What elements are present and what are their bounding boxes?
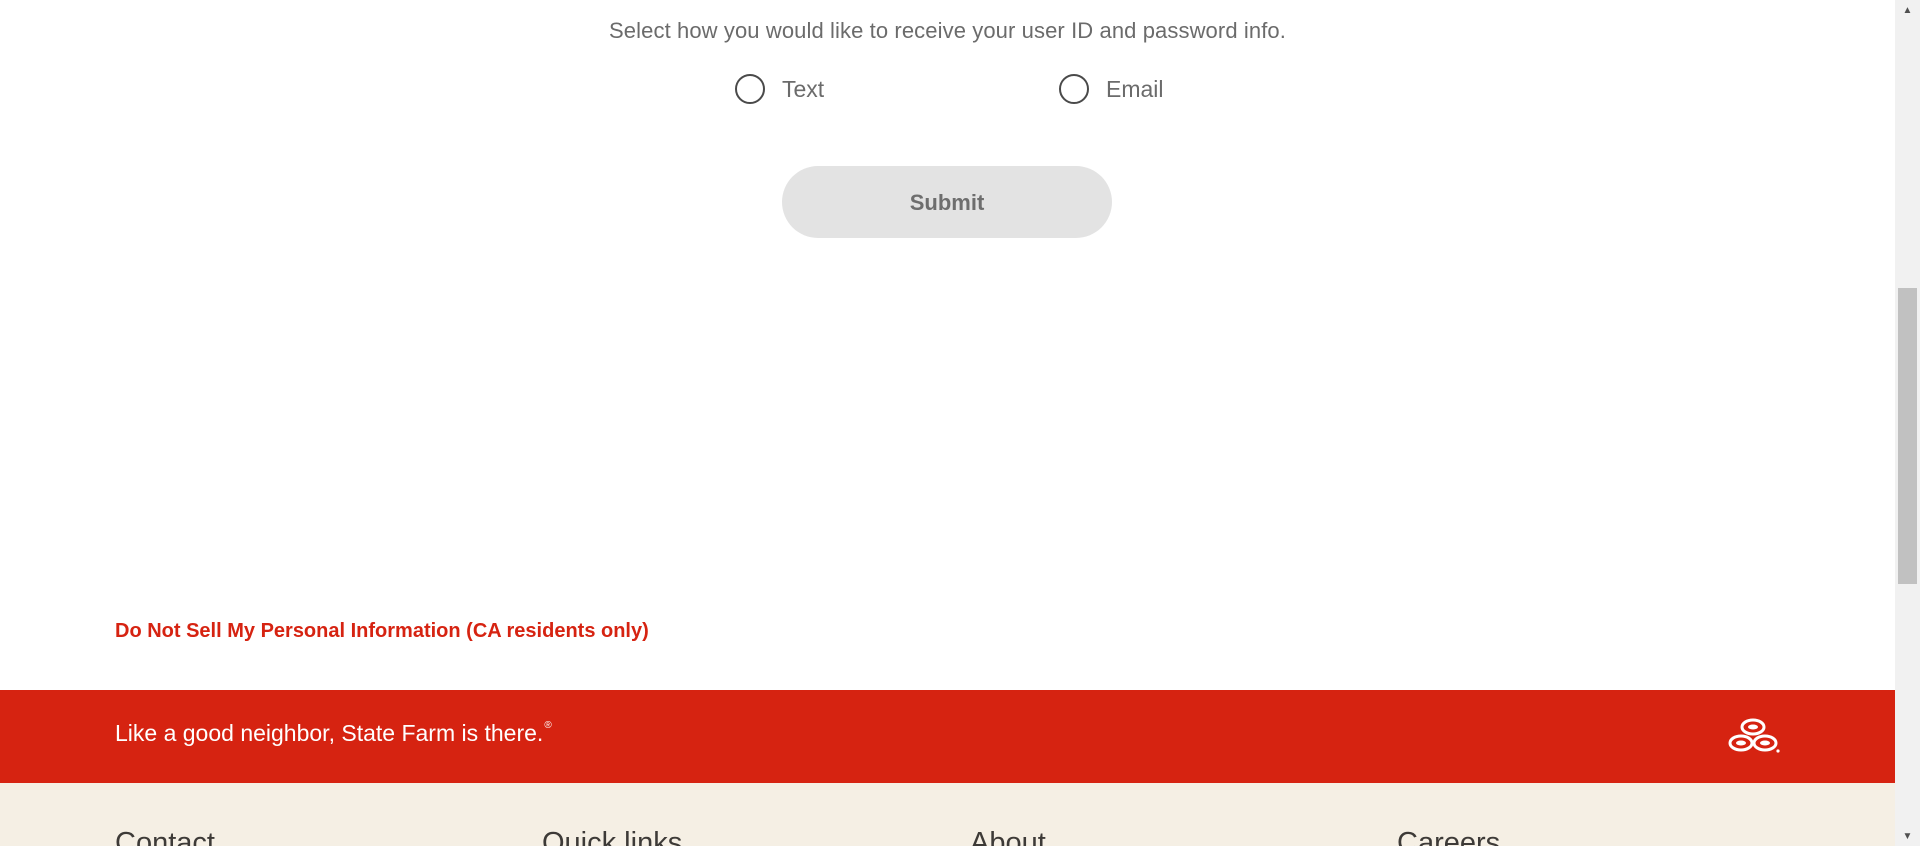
slogan-bar: Like a good neighbor, State Farm is ther… bbox=[0, 690, 1895, 783]
delivery-prompt: Select how you would like to receive you… bbox=[609, 18, 1286, 43]
vertical-scrollbar[interactable]: ▲ ▼ bbox=[1895, 0, 1920, 846]
scroll-up-arrow-icon[interactable]: ▲ bbox=[1895, 0, 1920, 20]
registered-mark: ® bbox=[544, 720, 552, 732]
radio-label-email: Email bbox=[1106, 75, 1164, 102]
scrollbar-thumb[interactable] bbox=[1898, 288, 1917, 584]
radio-button-email[interactable] bbox=[1059, 74, 1089, 104]
slogan-line: Like a good neighbor, State Farm is ther… bbox=[115, 720, 544, 746]
scroll-down-arrow-icon[interactable]: ▼ bbox=[1895, 826, 1920, 846]
radio-button-text[interactable] bbox=[735, 74, 765, 104]
state-farm-logo-icon[interactable] bbox=[1725, 716, 1781, 756]
footer-heading-quick-links[interactable]: Quick links bbox=[542, 827, 682, 846]
submit-button[interactable]: Submit bbox=[782, 166, 1112, 238]
page: Select how you would like to receive you… bbox=[0, 0, 1895, 846]
radio-option-email[interactable]: Email bbox=[1059, 74, 1164, 104]
footer: Contact Quick links About Careers bbox=[0, 783, 1895, 846]
slogan-text: Like a good neighbor, State Farm is ther… bbox=[115, 720, 552, 747]
footer-heading-about[interactable]: About bbox=[970, 827, 1046, 846]
radio-option-text[interactable]: Text bbox=[735, 74, 824, 104]
radio-label-text: Text bbox=[782, 75, 825, 102]
do-not-sell-link[interactable]: Do Not Sell My Personal Information (CA … bbox=[115, 620, 649, 643]
footer-heading-careers[interactable]: Careers bbox=[1397, 827, 1500, 846]
footer-heading-contact[interactable]: Contact bbox=[115, 827, 215, 846]
